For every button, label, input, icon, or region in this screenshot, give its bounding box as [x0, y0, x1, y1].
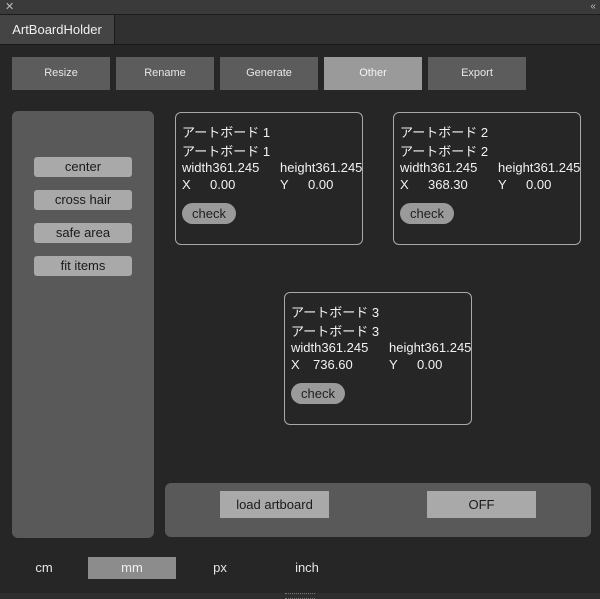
panel-content: Resize Rename Generate Other Export cent… — [0, 45, 600, 593]
artboard-x-label: X — [400, 177, 409, 192]
artboard-y-label: Y — [389, 357, 398, 372]
unit-px[interactable]: px — [176, 557, 264, 579]
artboard-name: アートボード 2 — [400, 144, 489, 159]
fit-items-button[interactable]: fit items — [34, 256, 132, 276]
center-button[interactable]: center — [34, 157, 132, 177]
artboard-x-value: 736.60 — [313, 357, 353, 372]
artboard-card-2: アートボード 2 アートボード 2 width361.245 height361… — [393, 112, 581, 245]
artboard-width: width361.245 — [182, 160, 260, 175]
artboard-name: アートボード 3 — [291, 324, 380, 339]
close-icon[interactable]: ✕ — [5, 0, 14, 14]
unit-mm[interactable]: mm — [88, 557, 176, 579]
unit-cm[interactable]: cm — [0, 557, 88, 579]
resize-grip-icon[interactable] — [285, 593, 315, 599]
artboard-height: height361.245 — [498, 160, 581, 175]
panel-tab-artboardholder[interactable]: ArtBoardHolder — [0, 15, 115, 44]
collapse-panel-icon[interactable]: ‹‹ — [590, 0, 596, 14]
load-artboard-button[interactable]: load artboard — [220, 491, 329, 518]
artboard-name: アートボード 1 — [182, 144, 271, 159]
check-button[interactable]: check — [182, 203, 236, 224]
sidebar-panel: center cross hair safe area fit items — [12, 111, 154, 538]
artboard-y-value: 0.00 — [308, 177, 334, 192]
window-titlebar: ✕ ‹‹ — [0, 0, 600, 15]
rename-button[interactable]: Rename — [116, 57, 214, 90]
off-toggle-button[interactable]: OFF — [427, 491, 536, 518]
artboard-card-3: アートボード 3 アートボード 3 width361.245 height361… — [284, 292, 472, 425]
artboard-width: width361.245 — [400, 160, 478, 175]
unit-inch[interactable]: inch — [263, 557, 351, 579]
panel-tab-bar: ArtBoardHolder — [0, 15, 600, 45]
bottom-action-panel: load artboard OFF — [165, 483, 591, 537]
other-button[interactable]: Other — [324, 57, 422, 90]
export-button[interactable]: Export — [428, 57, 526, 90]
safe-area-button[interactable]: safe area — [34, 223, 132, 243]
artboard-y-value: 0.00 — [417, 357, 443, 372]
artboard-title: アートボード 1 — [182, 125, 271, 140]
artboard-x-label: X — [291, 357, 300, 372]
cross-hair-button[interactable]: cross hair — [34, 190, 132, 210]
artboard-y-label: Y — [498, 177, 507, 192]
check-button[interactable]: check — [291, 383, 345, 404]
artboard-x-label: X — [182, 177, 191, 192]
artboard-y-label: Y — [280, 177, 289, 192]
artboard-title: アートボード 3 — [291, 305, 380, 320]
artboard-title: アートボード 2 — [400, 125, 489, 140]
artboard-height: height361.245 — [389, 340, 472, 355]
generate-button[interactable]: Generate — [220, 57, 318, 90]
artboard-card-1: アートボード 1 アートボード 1 width361.245 height361… — [175, 112, 363, 245]
check-button[interactable]: check — [400, 203, 454, 224]
artboard-height: height361.245 — [280, 160, 363, 175]
resize-button[interactable]: Resize — [12, 57, 110, 90]
artboard-x-value: 368.30 — [428, 177, 468, 192]
artboard-x-value: 0.00 — [210, 177, 236, 192]
artboard-width: width361.245 — [291, 340, 369, 355]
artboard-y-value: 0.00 — [526, 177, 552, 192]
